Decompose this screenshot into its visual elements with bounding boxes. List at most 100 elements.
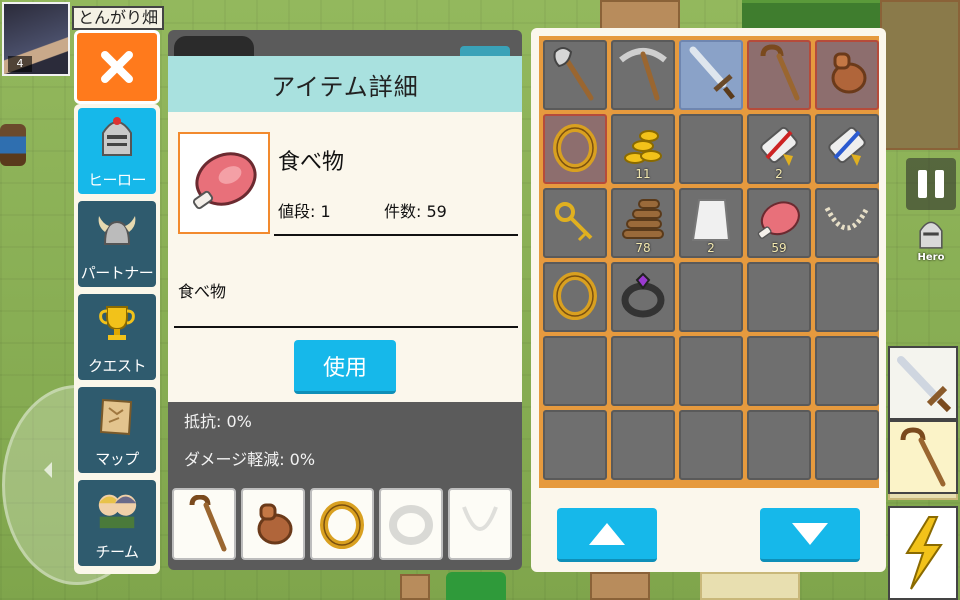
bracelet-icon	[389, 505, 433, 545]
inventory-slot-pickaxe[interactable]	[611, 40, 675, 110]
inventory-slot-empty[interactable]	[747, 410, 811, 480]
item-detail-card: アイテム詳細 食べ物 値段: 1 件数: 59 食べ物 使用	[168, 56, 522, 402]
equip-slot-ring[interactable]	[310, 488, 374, 560]
inventory-slot-empty[interactable]	[543, 410, 607, 480]
player-level: 4	[8, 56, 32, 72]
hero-shortcut[interactable]: Hero	[906, 216, 956, 272]
inventory-slot-empty[interactable]	[611, 410, 675, 480]
dirt-tile	[600, 0, 680, 30]
ring-icon	[549, 266, 601, 328]
pause-icon	[918, 170, 927, 198]
menu-item-partner[interactable]: パートナー	[78, 201, 156, 287]
inventory-panel: 11 2 78 2 59	[531, 28, 886, 572]
inventory-slot-empty[interactable]	[815, 336, 879, 406]
inventory-slot-empty[interactable]	[679, 262, 743, 332]
dirt-tile	[590, 572, 650, 600]
inventory-slot-key[interactable]	[543, 188, 607, 258]
tree-tile	[880, 0, 960, 150]
menu-item-label: クエスト	[87, 357, 147, 375]
ring-icon	[549, 118, 601, 180]
item-stack-count: 78	[635, 241, 651, 255]
sword-icon	[685, 44, 737, 106]
inventory-slot-empty[interactable]	[543, 336, 607, 406]
map-scroll-icon	[94, 393, 140, 439]
divider	[274, 234, 518, 236]
menu-item-map[interactable]: マップ	[78, 387, 156, 473]
equip-slot-amulet[interactable]	[241, 488, 305, 560]
damage-reduction-stat: ダメージ軽減: 0%	[184, 450, 316, 469]
pause-button[interactable]	[906, 158, 956, 210]
staff-icon	[900, 427, 946, 487]
arrow-down-icon	[792, 522, 828, 545]
field-tile	[700, 572, 800, 600]
inventory-slot-staff[interactable]	[747, 40, 811, 110]
inventory-slot-scroll-red[interactable]: 2	[747, 114, 811, 184]
inventory-slot-gold-coins[interactable]: 11	[611, 114, 675, 184]
inventory-slot-axe[interactable]	[543, 40, 607, 110]
use-button[interactable]: 使用	[294, 340, 396, 394]
item-stack-count: 59	[771, 241, 787, 255]
inventory-slot-empty[interactable]	[747, 262, 811, 332]
avatar[interactable]: 4	[2, 2, 70, 76]
inventory-slot-empty[interactable]	[679, 410, 743, 480]
menu-item-label: マップ	[95, 450, 139, 468]
inventory-slot-dark-ring[interactable]	[611, 262, 675, 332]
knight-helmet-icon	[919, 221, 943, 249]
equip-slot-staff[interactable]	[172, 488, 236, 560]
item-detail-title: アイテム詳細	[168, 56, 522, 112]
hero-label: Hero	[917, 252, 945, 263]
equipped-slots	[172, 488, 518, 564]
lightning-icon	[905, 516, 943, 590]
menu-item-label: チーム	[95, 543, 139, 561]
scroll-up-button[interactable]	[557, 508, 657, 562]
inventory-slot-stone-block[interactable]: 2	[679, 188, 743, 258]
equip-slot-bracelet[interactable]	[379, 488, 443, 560]
inventory-slot-empty[interactable]	[679, 336, 743, 406]
menu-item-quest[interactable]: クエスト	[78, 294, 156, 380]
inventory-slot-wood-logs[interactable]: 78	[611, 188, 675, 258]
amulet-icon	[257, 503, 293, 545]
menu-item-team[interactable]: チーム	[78, 480, 156, 566]
necklace-icon	[821, 192, 873, 254]
inventory-slot-empty[interactable]	[679, 114, 743, 184]
dark-ring-icon	[617, 266, 669, 328]
team-portrait-icon	[94, 486, 140, 532]
viking-helmet-icon	[94, 207, 140, 253]
inventory-grid: 11 2 78 2 59	[539, 36, 879, 488]
dirt-tile	[400, 574, 430, 600]
inventory-slot-sword[interactable]	[679, 40, 743, 110]
quick-slot-sword[interactable]	[888, 346, 958, 420]
equip-slot-necklace[interactable]	[448, 488, 512, 560]
item-image-frame	[178, 132, 270, 234]
player-name: とんがり畑	[72, 6, 165, 30]
inventory-slot-meat[interactable]: 59	[747, 188, 811, 258]
monster-sprite[interactable]	[446, 572, 506, 600]
item-name: 食べ物	[278, 150, 345, 175]
inventory-slot-ring[interactable]	[543, 114, 607, 184]
npc-sprite[interactable]	[0, 124, 26, 166]
menu-item-label: ヒーロー	[87, 171, 147, 189]
divider	[174, 326, 518, 328]
inventory-slot-empty[interactable]	[815, 262, 879, 332]
item-count: 件数: 59	[384, 202, 447, 221]
inventory-slot-empty[interactable]	[747, 336, 811, 406]
inventory-slot-empty[interactable]	[611, 336, 675, 406]
pause-icon	[935, 170, 944, 198]
inventory-slot-empty[interactable]	[815, 410, 879, 480]
scroll-down-button[interactable]	[760, 508, 860, 562]
inventory-slot-necklace[interactable]	[815, 188, 879, 258]
staff-icon	[753, 44, 805, 106]
inventory-slot-ring[interactable]	[543, 262, 607, 332]
axe-icon	[549, 44, 601, 106]
menu-item-hero[interactable]: ヒーロー	[78, 108, 156, 194]
quick-slot-staff[interactable]	[888, 420, 958, 494]
inventory-slot-scroll-blue[interactable]	[815, 114, 879, 184]
side-menu: ヒーロー パートナー クエスト マップ チーム	[74, 104, 160, 574]
inventory-slot-amulet[interactable]	[815, 40, 879, 110]
close-button[interactable]	[74, 30, 160, 104]
item-price: 値段: 1	[278, 202, 331, 221]
item-description: 食べ物	[178, 282, 227, 301]
meat-icon	[192, 152, 257, 210]
skill-lightning[interactable]	[888, 506, 958, 600]
pickaxe-icon	[617, 44, 669, 106]
